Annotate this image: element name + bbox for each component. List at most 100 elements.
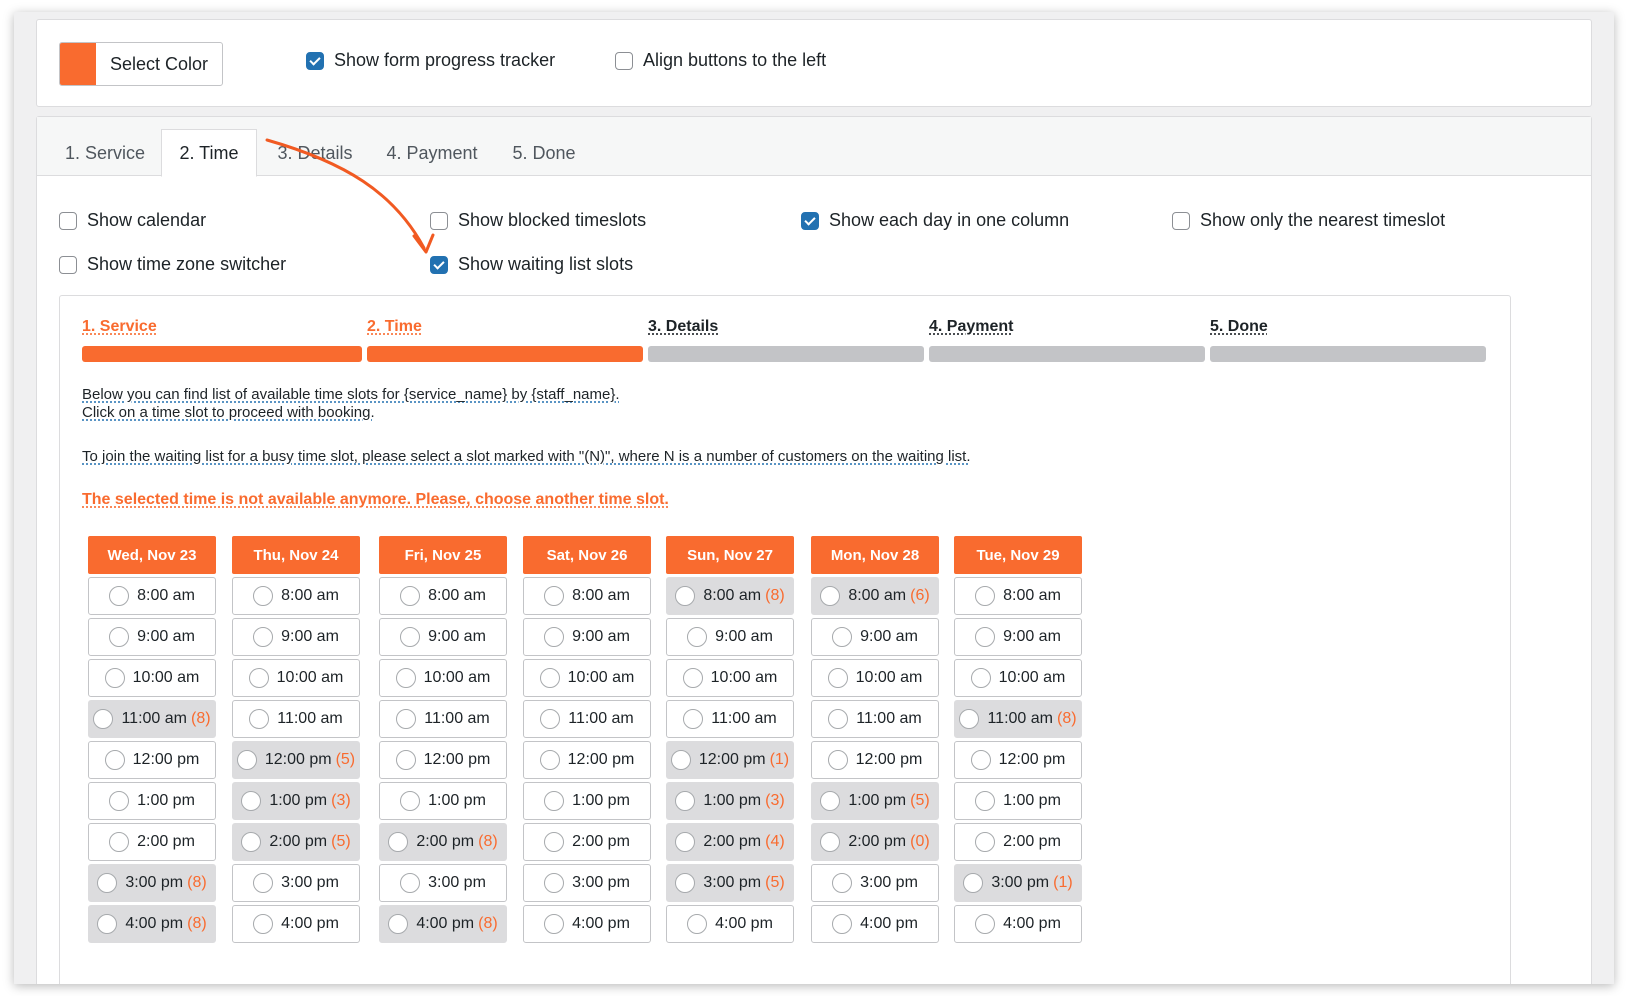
radio-icon[interactable] [109,627,130,647]
timeslot[interactable]: 3:00 pm [379,864,507,902]
radio-icon[interactable] [395,668,416,688]
radio-icon[interactable] [241,832,262,852]
progress-step-done[interactable]: 5. Done [1210,318,1268,336]
select-color-button[interactable]: Select Color [59,42,223,86]
show-each-day-checkbox[interactable] [801,211,819,230]
show-blocked-timeslots-checkbox[interactable] [430,211,448,230]
radio-icon[interactable] [236,750,257,770]
radio-icon[interactable] [975,627,996,647]
radio-icon[interactable] [388,832,409,852]
radio-icon[interactable] [670,750,691,770]
radio-icon[interactable] [400,586,421,606]
tab-service[interactable]: 1. Service [51,129,159,177]
tab-details[interactable]: 3. Details [259,129,371,177]
radio-icon[interactable] [241,791,262,811]
radio-icon[interactable] [544,832,565,852]
show-calendar-option[interactable]: Show calendar [59,210,206,231]
progress-step-details[interactable]: 3. Details [648,318,718,336]
timeslot[interactable]: 11:00 am [232,700,360,738]
radio-icon[interactable] [97,873,118,893]
radio-icon[interactable] [682,668,703,688]
radio-icon[interactable] [959,709,980,729]
radio-icon[interactable] [832,627,853,647]
radio-icon[interactable] [388,914,409,934]
radio-icon[interactable] [975,832,996,852]
radio-icon[interactable] [104,668,125,688]
radio-icon[interactable] [963,873,984,893]
timeslot[interactable]: 10:00 am [666,659,794,697]
timeslot[interactable]: 9:00 am [666,618,794,656]
show-timezone-switcher-option[interactable]: Show time zone switcher [59,254,286,275]
align-buttons-left-checkbox[interactable] [615,51,633,70]
radio-icon[interactable] [832,914,853,934]
radio-icon[interactable] [104,750,125,770]
tab-payment[interactable]: 4. Payment [377,129,487,177]
waiting-list-timeslot[interactable]: 11:00 am (8) [88,700,216,738]
radio-icon[interactable] [109,586,130,606]
show-nearest-timeslot-option[interactable]: Show only the nearest timeslot [1172,210,1445,231]
radio-icon[interactable] [109,791,130,811]
radio-icon[interactable] [253,586,274,606]
timeslot[interactable]: 11:00 am [523,700,651,738]
radio-icon[interactable] [109,832,130,852]
timeslot[interactable]: 10:00 am [379,659,507,697]
radio-icon[interactable] [544,873,565,893]
timeslot[interactable]: 2:00 pm [523,823,651,861]
timeslot[interactable]: 9:00 am [232,618,360,656]
radio-icon[interactable] [249,709,270,729]
waiting-list-timeslot[interactable]: 11:00 am (8) [954,700,1082,738]
timeslot[interactable]: 3:00 pm [232,864,360,902]
progress-step-payment[interactable]: 4. Payment [929,318,1013,336]
radio-icon[interactable] [675,832,696,852]
show-nearest-timeslot-checkbox[interactable] [1172,211,1190,230]
show-calendar-checkbox[interactable] [59,211,77,230]
timeslot[interactable]: 9:00 am [88,618,216,656]
radio-icon[interactable] [683,709,704,729]
timeslot[interactable]: 3:00 pm [523,864,651,902]
timeslot[interactable]: 11:00 am [666,700,794,738]
waiting-list-timeslot[interactable]: 1:00 pm (3) [666,782,794,820]
radio-icon[interactable] [544,791,565,811]
show-progress-tracker-checkbox[interactable] [306,51,324,70]
radio-icon[interactable] [820,586,841,606]
waiting-list-timeslot[interactable]: 2:00 pm (4) [666,823,794,861]
radio-icon[interactable] [253,914,274,934]
radio-icon[interactable] [400,873,421,893]
waiting-list-timeslot[interactable]: 2:00 pm (0) [811,823,939,861]
timeslot[interactable]: 9:00 am [811,618,939,656]
show-blocked-timeslots-option[interactable]: Show blocked timeslots [430,210,646,231]
radio-icon[interactable] [395,750,416,770]
radio-icon[interactable] [400,791,421,811]
timeslot[interactable]: 9:00 am [379,618,507,656]
timeslot[interactable]: 12:00 pm [811,741,939,779]
waiting-list-timeslot[interactable]: 8:00 am (8) [666,577,794,615]
timeslot[interactable]: 12:00 pm [379,741,507,779]
timeslot[interactable]: 1:00 pm [954,782,1082,820]
progress-step-time[interactable]: 2. Time [367,318,422,336]
timeslot[interactable]: 2:00 pm [954,823,1082,861]
radio-icon[interactable] [248,668,269,688]
waiting-list-timeslot[interactable]: 1:00 pm (5) [811,782,939,820]
radio-icon[interactable] [544,627,565,647]
timeslot[interactable]: 12:00 pm [523,741,651,779]
radio-icon[interactable] [828,709,849,729]
radio-icon[interactable] [97,914,118,934]
radio-icon[interactable] [539,750,560,770]
radio-icon[interactable] [832,873,853,893]
waiting-list-timeslot[interactable]: 12:00 pm (5) [232,741,360,779]
waiting-list-timeslot[interactable]: 2:00 pm (5) [232,823,360,861]
waiting-list-timeslot[interactable]: 3:00 pm (1) [954,864,1082,902]
timeslot[interactable]: 8:00 am [954,577,1082,615]
show-progress-tracker-option[interactable]: Show form progress tracker [306,50,555,71]
waiting-list-timeslot[interactable]: 4:00 pm (8) [379,905,507,943]
radio-icon[interactable] [820,832,841,852]
radio-icon[interactable] [675,791,696,811]
timeslot[interactable]: 9:00 am [523,618,651,656]
waiting-list-timeslot[interactable]: 3:00 pm (8) [88,864,216,902]
timeslot[interactable]: 10:00 am [954,659,1082,697]
waiting-list-timeslot[interactable]: 2:00 pm (8) [379,823,507,861]
radio-icon[interactable] [544,914,565,934]
timeslot[interactable]: 1:00 pm [523,782,651,820]
timeslot[interactable]: 1:00 pm [379,782,507,820]
show-waiting-list-option[interactable]: Show waiting list slots [430,254,633,275]
